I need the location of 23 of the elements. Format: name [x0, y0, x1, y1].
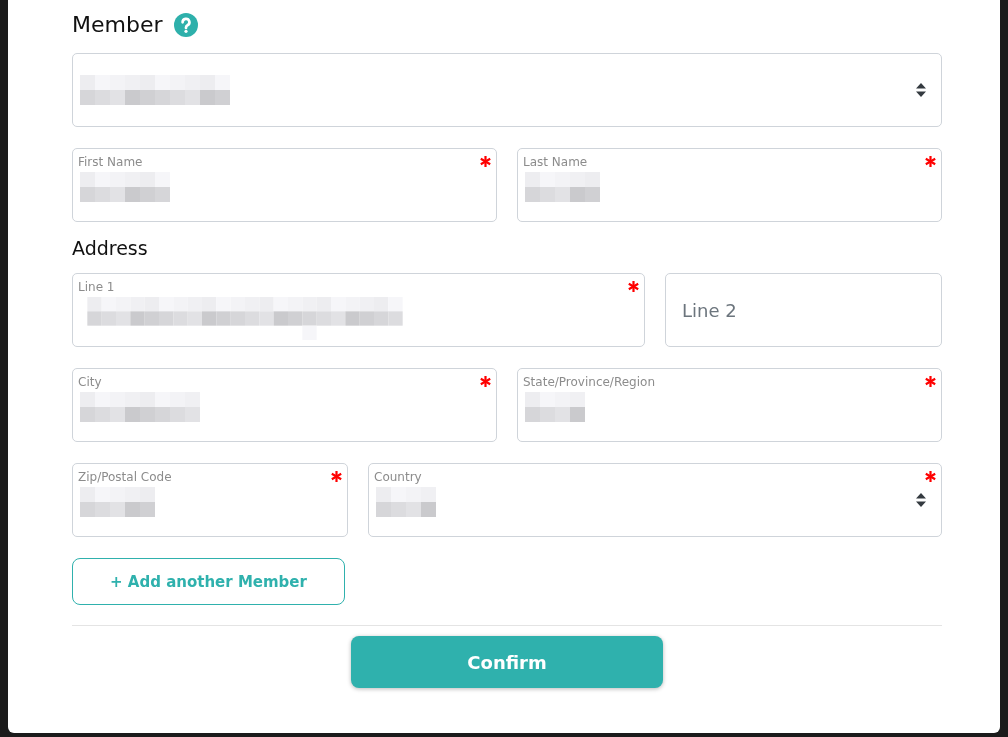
select-field[interactable]: Country	[368, 463, 942, 537]
field-label: State/Province/Region	[523, 375, 655, 389]
input-field[interactable]: Line 1	[72, 273, 645, 347]
section-title: Member	[72, 11, 163, 39]
section-title: Address	[72, 236, 148, 261]
input-field[interactable]: First Name	[72, 148, 497, 222]
confirm-button[interactable]: Confirm	[351, 636, 663, 688]
input-field[interactable]: Line 2	[665, 273, 942, 347]
field-label: First Name	[78, 155, 143, 169]
input-field[interactable]: Last Name	[517, 148, 942, 222]
field-label: Country	[374, 470, 422, 484]
field-label: Last Name	[523, 155, 588, 169]
sort-caret-icon	[916, 493, 926, 507]
field-label: City	[78, 375, 102, 389]
select-field[interactable]	[72, 53, 942, 127]
add-member-button[interactable]: + Add another Member	[72, 558, 345, 605]
input-field[interactable]: Zip/Postal Code	[72, 463, 348, 537]
input-field[interactable]: State/Province/Region	[517, 368, 942, 442]
field-label: Line 1	[78, 280, 115, 294]
input-field[interactable]: City	[72, 368, 497, 442]
sort-caret-icon	[916, 83, 926, 97]
help-icon[interactable]	[173, 13, 198, 37]
field-label: Zip/Postal Code	[78, 470, 172, 484]
